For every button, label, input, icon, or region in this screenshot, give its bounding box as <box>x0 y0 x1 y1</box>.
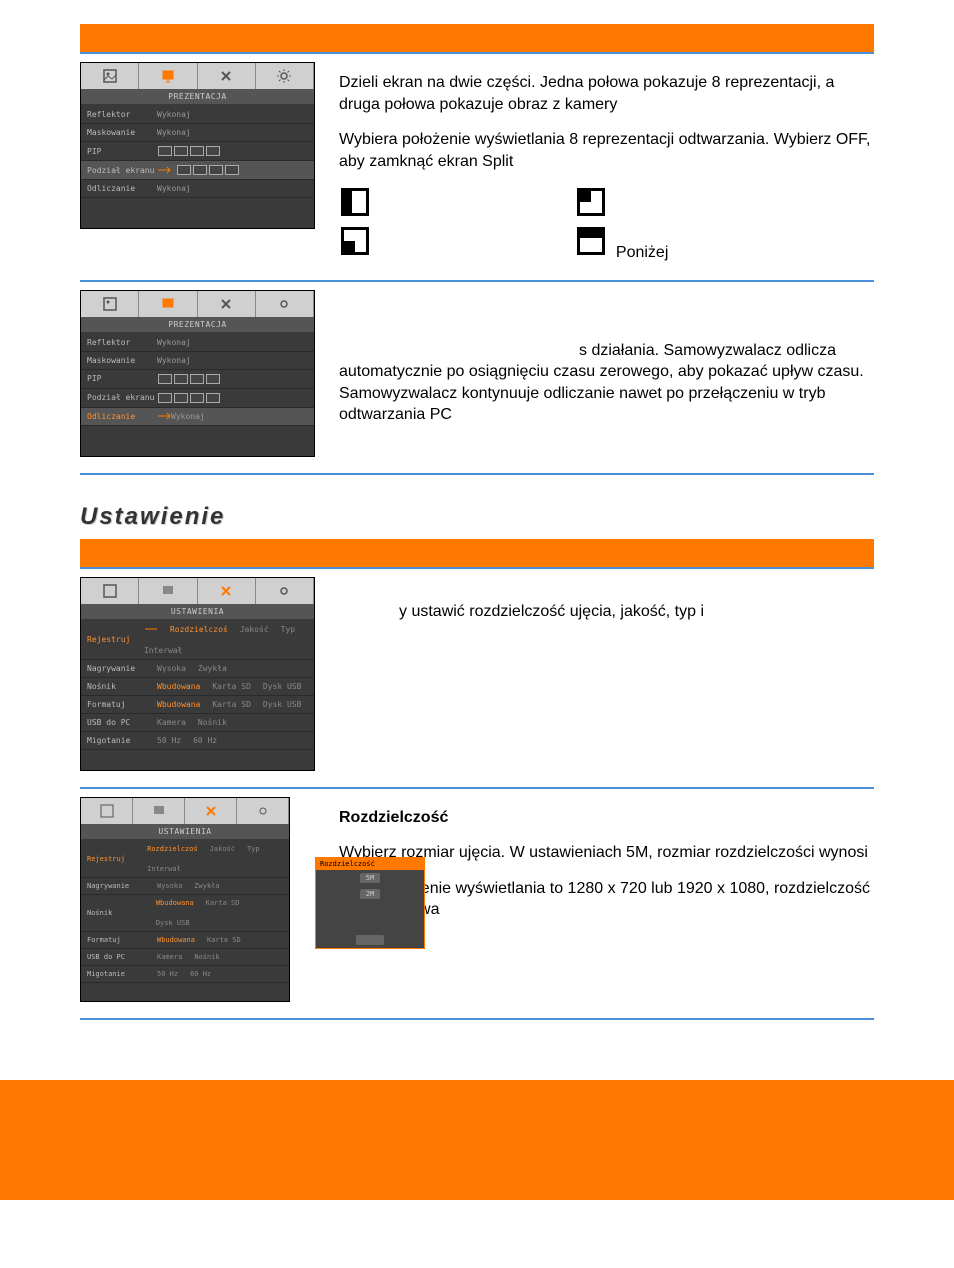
row-migotanie: Migotanie <box>87 736 157 745</box>
row-migotanie: Migotanie <box>87 970 157 978</box>
tab-tools-icon <box>198 578 256 604</box>
tab-image-icon <box>81 578 139 604</box>
row-nosnik: Nośnik <box>87 682 157 691</box>
tab-tools-icon <box>185 798 237 824</box>
orange-footer <box>0 1080 954 1200</box>
row-nagrywanie: Nagrywanie <box>87 882 157 890</box>
para-settings-desc: y ustawić rozdzielczość ujęcia, jakość, … <box>339 587 874 623</box>
tab-presentation-icon <box>139 578 197 604</box>
row-maskowanie: Maskowanie <box>87 128 157 137</box>
shot-title: PREZENTACJA <box>81 89 314 104</box>
popup-opt-5m: 5M <box>360 873 380 883</box>
shot-title: USTAWIENIA <box>81 824 289 839</box>
tab-image-icon <box>81 291 139 317</box>
screenshot-settings-1: USTAWIENIA RejestrujRozdzielczośJakośćTy… <box>80 577 315 771</box>
section-split-screen: PREZENTACJA ReflektorWykonaj MaskowanieW… <box>80 52 874 282</box>
row-formatuj: Formatuj <box>87 936 157 944</box>
tab-settings-icon <box>237 798 289 824</box>
shot-title: PREZENTACJA <box>81 317 314 332</box>
split-icon-row: Poniżej <box>339 186 874 263</box>
shot-title: USTAWIENIA <box>81 604 314 619</box>
para-split-desc-2: Wybiera położenie wyświetlania 8 repreze… <box>339 129 874 172</box>
tab-settings-icon <box>256 291 314 317</box>
tab-presentation-icon <box>139 291 197 317</box>
row-nagrywanie: Nagrywanie <box>87 664 157 673</box>
row-usb: USB do PC <box>87 953 157 961</box>
row-pip: PIP <box>87 147 157 156</box>
split-top-icon <box>577 227 605 255</box>
row-odliczanie: Odliczanie <box>87 184 157 193</box>
tab-image-icon <box>81 798 133 824</box>
tab-settings-icon <box>256 63 314 89</box>
below-label: Poniżej <box>616 242 668 264</box>
orange-bar-2 <box>80 539 874 567</box>
split-bottomleft-icon <box>341 227 369 255</box>
popup-opt-2m: 2M <box>360 889 380 899</box>
row-rejestruj: Rejestruj <box>87 855 147 863</box>
row-podzial: Podział ekranu <box>87 393 157 402</box>
split-topleft-icon <box>577 188 605 216</box>
section-resolution: USTAWIENIA RejestrujRozdzielczośJakośćTy… <box>80 789 874 1020</box>
tab-presentation-icon <box>133 798 185 824</box>
section-countdown: PREZENTACJA ReflektorWykonaj MaskowanieW… <box>80 282 874 475</box>
row-reflektor: Reflektor <box>87 338 157 347</box>
heading-ustawienie: Ustawienie <box>80 503 874 531</box>
row-odliczanie: Odliczanie <box>87 412 157 421</box>
row-nosnik: Nośnik <box>87 909 156 917</box>
tab-tools-icon <box>198 291 256 317</box>
popup-resolution: Rozdzielczość 5M 2M <box>315 857 425 949</box>
para-countdown: s działania. Samowyzwalacz odlicza autom… <box>339 342 864 424</box>
row-rejestruj: Rejestruj <box>87 635 144 644</box>
row-reflektor: Reflektor <box>87 110 157 119</box>
tab-settings-icon <box>256 578 314 604</box>
section-settings-1: USTAWIENIA RejestrujRozdzielczośJakośćTy… <box>80 567 874 789</box>
para-split-desc-1: Dzieli ekran na dwie części. Jedna połow… <box>339 72 874 115</box>
screenshot-presentation-1: PREZENTACJA ReflektorWykonaj MaskowanieW… <box>80 62 315 229</box>
tab-image-icon <box>81 63 139 89</box>
popup-title: Rozdzielczość <box>316 858 424 870</box>
screenshot-settings-2: USTAWIENIA RejestrujRozdzielczośJakośćTy… <box>80 797 290 1002</box>
row-usb: USB do PC <box>87 718 157 727</box>
split-left-icon <box>341 188 369 216</box>
popup-confirm <box>356 935 385 945</box>
heading-rozdzielczosc: Rozdzielczość <box>339 807 874 829</box>
row-maskowanie: Maskowanie <box>87 356 157 365</box>
screenshot-presentation-2: PREZENTACJA ReflektorWykonaj MaskowanieW… <box>80 290 315 457</box>
row-podzial: Podział ekranu <box>87 166 157 175</box>
row-pip: PIP <box>87 374 157 383</box>
tab-presentation-icon <box>139 63 197 89</box>
tab-tools-icon <box>198 63 256 89</box>
orange-header-bar <box>80 24 874 52</box>
row-formatuj: Formatuj <box>87 700 157 709</box>
